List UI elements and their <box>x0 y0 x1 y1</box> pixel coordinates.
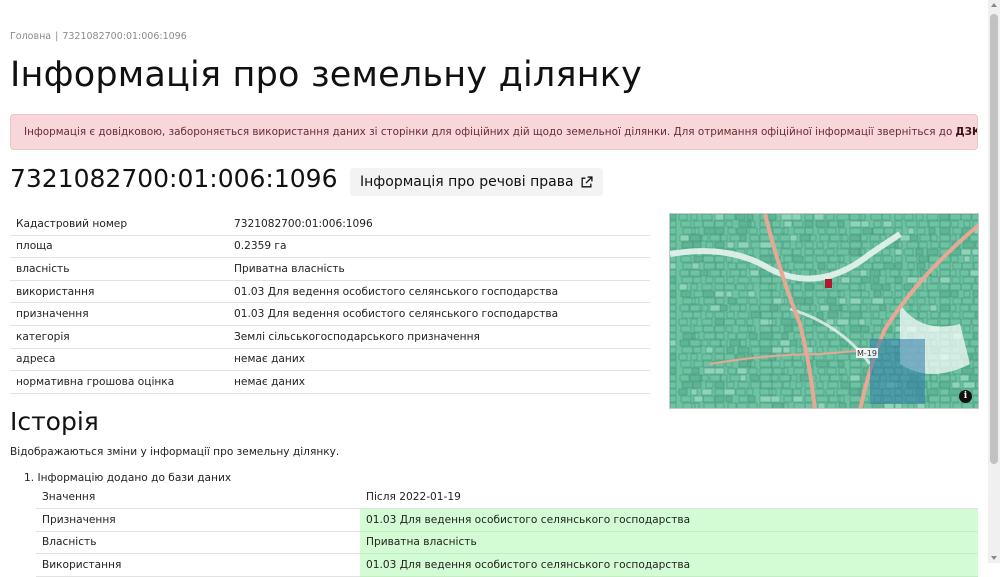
history-item: 1. Інформацію додано до бази даних Значе… <box>24 472 980 577</box>
history-row: Призначення 01.03 Для ведення особистого … <box>36 508 978 532</box>
info-row: адреса немає даних <box>10 348 650 372</box>
history-key: Призначення <box>36 508 360 532</box>
page-scrollbar[interactable] <box>988 0 1000 563</box>
history-row: Власність Приватна власність <box>36 531 978 555</box>
info-key: призначення <box>10 302 228 326</box>
info-row: власність Приватна власність <box>10 257 650 281</box>
info-value: 01.03 Для ведення особистого селянського… <box>228 280 650 304</box>
parcel-info-table: Кадастровий номер 7321082700:01:006:1096 п… <box>10 213 650 394</box>
info-key: категорія <box>10 325 228 349</box>
parcel-map[interactable]: М-19 i <box>669 213 979 409</box>
info-row: призначення 01.03 Для ведення особистого … <box>10 302 650 326</box>
alert-text: Інформація є довідковою, забороняється в… <box>24 126 953 138</box>
history-header-key: Значення <box>36 486 360 509</box>
scroll-thumb[interactable] <box>990 14 998 464</box>
history-row: Використання 01.03 Для ведення особистого… <box>36 553 978 577</box>
history-description: Відображаються зміни у інформації про зе… <box>10 446 340 458</box>
external-link-icon <box>581 175 593 187</box>
info-key: використання <box>10 280 228 304</box>
page-title: Інформація про земельну ділянку <box>10 55 643 95</box>
info-value: 01.03 Для ведення особистого селянського… <box>228 302 650 326</box>
history-header-value: Після 2022-01-19 <box>360 486 978 509</box>
breadcrumb-separator: | <box>55 31 59 42</box>
history-list: 1. Інформацію додано до бази даних Значе… <box>24 472 980 577</box>
info-row: Кадастровий номер 7321082700:01:006:1096 <box>10 213 650 236</box>
breadcrumb-current: 7321082700:01:006:1096 <box>62 31 187 42</box>
road-label: М-19 <box>857 349 877 358</box>
map-info-icon[interactable]: i <box>959 390 972 403</box>
disclaimer-alert: Інформація є довідковою, забороняється в… <box>10 114 978 150</box>
property-rights-label: Інформація про речові права <box>360 174 574 190</box>
info-key: адреса <box>10 348 228 372</box>
info-row: нормативна грошова оцінка немає даних <box>10 370 650 394</box>
info-value: 7321082700:01:006:1096 <box>228 213 650 236</box>
history-key: Власність <box>36 531 360 555</box>
info-row: площа 0.2359 га <box>10 235 650 259</box>
history-value: Приватна власність <box>360 531 978 555</box>
history-key: Використання <box>36 553 360 577</box>
info-key: нормативна грошова оцінка <box>10 370 228 394</box>
info-key: Кадастровий номер <box>10 213 228 236</box>
info-key: площа <box>10 235 228 259</box>
history-item-title: 1. Інформацію додано до бази даних <box>24 472 232 484</box>
info-row: категорія Землі сільськогосподарського пр… <box>10 325 650 349</box>
info-value: немає даних <box>228 348 650 372</box>
scroll-up-arrow-icon[interactable] <box>991 3 997 7</box>
map-canvas[interactable]: М-19 <box>670 214 979 409</box>
property-rights-button[interactable]: Інформація про речові права <box>350 168 603 196</box>
breadcrumb-home-link[interactable]: Головна <box>10 31 51 42</box>
dzk-link[interactable]: ДЗК <box>955 126 977 138</box>
history-value: 01.03 Для ведення особистого селянського… <box>360 508 978 532</box>
history-changes-table: Значення Після 2022-01-19 Призначення 01.03… <box>36 486 978 577</box>
history-header-row: Значення Після 2022-01-19 <box>36 486 978 509</box>
info-key: власність <box>10 257 228 281</box>
info-value: Приватна власність <box>228 257 650 281</box>
history-heading: Історія <box>10 407 99 436</box>
scroll-down-arrow-icon[interactable] <box>991 556 997 560</box>
breadcrumb: Головна | 7321082700:01:006:1096 <box>10 31 187 42</box>
selected-parcel[interactable] <box>825 279 832 288</box>
info-value: Землі сільськогосподарського призначення <box>228 325 650 349</box>
info-row: використання 01.03 Для ведення особистого… <box>10 280 650 304</box>
info-value: 0.2359 га <box>228 235 650 259</box>
cadastral-number-heading: 7321082700:01:006:1096 <box>10 164 338 193</box>
history-value: 01.03 Для ведення особистого селянського… <box>360 553 978 577</box>
info-value: немає даних <box>228 370 650 394</box>
